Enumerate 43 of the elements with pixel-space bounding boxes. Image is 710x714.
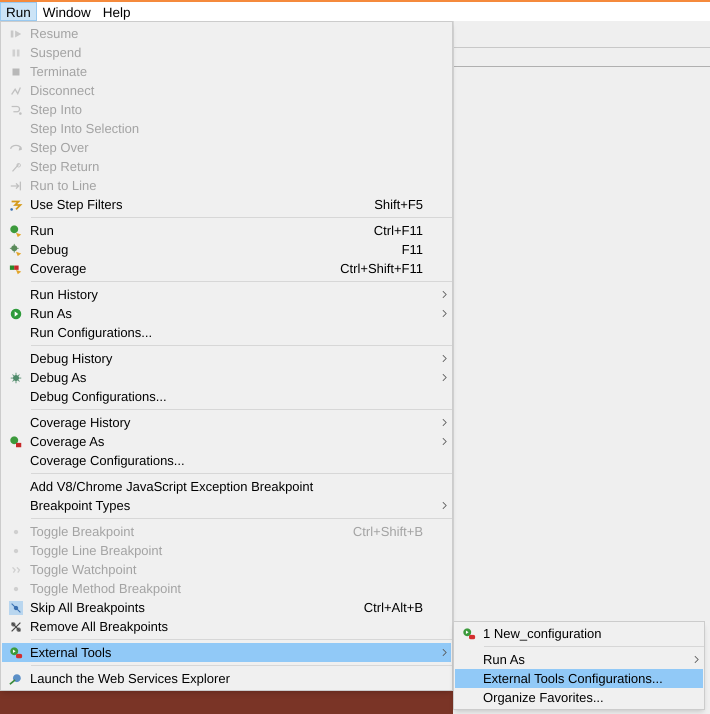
run-icon	[9, 224, 23, 238]
menu-item[interactable]: Coverage As	[2, 432, 451, 451]
play-circle-icon	[9, 306, 23, 320]
menu-item[interactable]: Debug History	[2, 349, 451, 368]
menu-item[interactable]: Add V8/Chrome JavaScript Exception Breakpoint	[2, 477, 451, 496]
menu-bar-item[interactable]: Help	[96, 2, 137, 21]
menu-item[interactable]: Debug F11	[2, 240, 451, 259]
shortcut-label: Ctrl+Alt+B	[364, 598, 423, 617]
shortcut-label: Ctrl+Shift+F11	[340, 260, 423, 278]
shortcut-label: Ctrl+Shift+B	[352, 522, 423, 541]
external-tools-icon	[9, 646, 23, 660]
menu-item[interactable]: Skip All Breakpoints Ctrl+Alt+B	[2, 598, 451, 617]
shortcut-label: F11	[402, 240, 423, 259]
menu-item[interactable]: External Tools	[2, 643, 451, 662]
menu-bar-item[interactable]: Run	[0, 2, 37, 21]
menu-bar-item[interactable]: Window	[36, 2, 97, 21]
menu-item[interactable]: Debug Configurations...	[2, 387, 451, 406]
menu-item[interactable]: Run Ctrl+F11	[2, 221, 451, 240]
menu-item[interactable]: External Tools Configurations...	[455, 669, 703, 688]
menu-item[interactable]: Breakpoint Types	[2, 496, 451, 515]
menu-item[interactable]: Coverage Configurations...	[2, 451, 451, 470]
remove-breakpoints-icon	[9, 620, 23, 634]
menu-item[interactable]: Run History	[2, 285, 451, 304]
menu-item[interactable]: Launch the Web Services Explorer	[2, 669, 451, 688]
skip-breakpoints-icon	[9, 600, 23, 614]
menu-item[interactable]: Use Step Filters Shift+F5	[2, 195, 451, 214]
menu-item[interactable]: Coverage History	[2, 413, 451, 432]
menu-item[interactable]: Run As	[2, 304, 451, 323]
run-to-line-icon	[9, 178, 23, 192]
external-tools-icon	[462, 626, 476, 640]
step-filters-icon	[9, 198, 23, 212]
bug-icon	[9, 242, 23, 256]
menu-item[interactable]: Coverage Ctrl+Shift+F11	[2, 259, 451, 278]
bug-icon	[9, 370, 23, 384]
menu-item[interactable]: Run As	[455, 650, 703, 669]
menu-item[interactable]: Remove All Breakpoints	[2, 617, 451, 636]
menu-item[interactable]: 1 New_configuration	[455, 624, 703, 643]
menu-item[interactable]: Debug As	[2, 368, 451, 387]
shortcut-label: Shift+F5	[374, 196, 423, 214]
menu-item[interactable]: Run Configurations...	[2, 323, 451, 342]
shortcut-label: Ctrl+F11	[374, 222, 423, 240]
coverage-icon	[9, 434, 23, 448]
menu-item[interactable]: Organize Favorites...	[455, 688, 703, 707]
